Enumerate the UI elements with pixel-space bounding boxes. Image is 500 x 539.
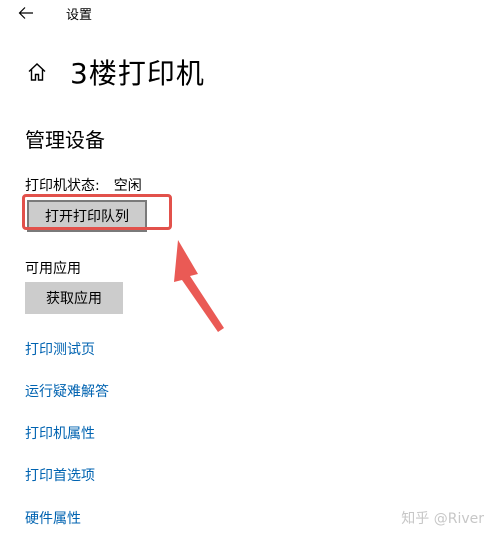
red-arrow-annotation <box>174 240 224 332</box>
watermark: 知乎 @River <box>401 511 484 527</box>
printer-properties-link[interactable]: 打印机属性 <box>25 423 95 443</box>
window-title: 设置 <box>66 8 93 23</box>
printer-status-value: 空闲 <box>113 178 142 194</box>
available-apps-label: 可用应用 <box>25 261 81 277</box>
back-button[interactable] <box>14 2 38 24</box>
print-test-page-link[interactable]: 打印测试页 <box>25 339 95 359</box>
printer-status-row: 打印机状态: 空闲 <box>25 175 142 195</box>
home-icon[interactable] <box>24 59 50 85</box>
back-arrow-icon <box>18 7 33 19</box>
run-troubleshooter-link[interactable]: 运行疑难解答 <box>25 381 109 401</box>
manage-device-heading: 管理设备 <box>25 128 105 152</box>
title-bar: 设置 <box>0 0 500 28</box>
page-header: 3楼打印机 <box>24 50 205 94</box>
open-print-queue-button[interactable]: 打开打印队列 <box>27 200 147 232</box>
get-app-button[interactable]: 获取应用 <box>25 282 123 314</box>
page-title: 3楼打印机 <box>70 57 205 90</box>
hardware-properties-link[interactable]: 硬件属性 <box>25 508 81 528</box>
printing-preferences-link[interactable]: 打印首选项 <box>25 465 95 485</box>
printer-status-label: 打印机状态: <box>25 178 100 194</box>
